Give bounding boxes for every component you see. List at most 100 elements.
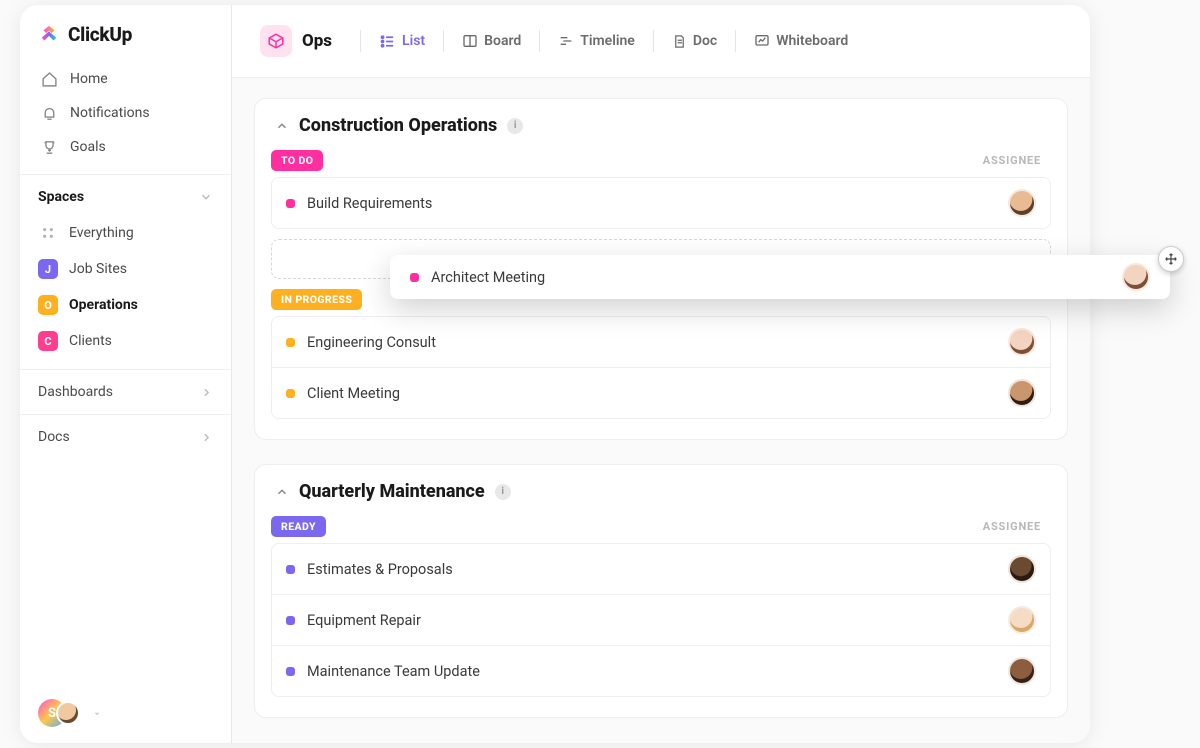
status-row: TO DO ASSIGNEE (271, 150, 1051, 177)
space-name: Ops (302, 31, 332, 51)
task-row[interactable]: Estimates & Proposals (272, 544, 1050, 595)
nav-notifications[interactable]: Notifications (30, 96, 221, 130)
nav-label: Home (70, 71, 108, 87)
logo[interactable]: ClickUp (20, 5, 231, 62)
status-bullet (286, 616, 295, 625)
workspace-switcher[interactable]: S (20, 685, 231, 743)
task-name: Build Requirements (307, 195, 432, 212)
assignee-avatar[interactable] (1122, 263, 1150, 291)
space-badge: J (38, 259, 58, 279)
task-group: Quarterly Maintenance i READY ASSIGNEE E… (254, 464, 1068, 718)
assignee-avatar[interactable] (1008, 657, 1036, 685)
board-icon (462, 33, 478, 49)
primary-nav: Home Notifications Goals (20, 62, 231, 164)
column-assignee: ASSIGNEE (983, 154, 1041, 167)
task-name: Estimates & Proposals (307, 561, 453, 578)
separator (735, 30, 736, 52)
status-bullet (286, 565, 295, 574)
separator (360, 30, 361, 52)
nav-label: Goals (70, 139, 106, 155)
whiteboard-icon (754, 33, 770, 49)
timeline-icon (558, 33, 574, 49)
task-row[interactable]: Build Requirements (272, 178, 1050, 228)
task-row[interactable]: Equipment Repair (272, 595, 1050, 646)
status-bullet (286, 389, 295, 398)
view-label: Timeline (580, 33, 635, 49)
status-bullet (286, 338, 295, 347)
view-tab-doc[interactable]: Doc (670, 29, 719, 53)
task-list: Build Requirements (271, 177, 1051, 229)
status-bullet (410, 273, 419, 282)
space-label: Job Sites (69, 261, 127, 277)
space-badge: C (38, 331, 58, 351)
sidebar-dashboards[interactable]: Dashboards (20, 369, 231, 414)
logo-icon (38, 24, 60, 46)
caret-down-icon (92, 709, 102, 719)
logo-text: ClickUp (68, 23, 132, 46)
view-tab-whiteboard[interactable]: Whiteboard (752, 29, 850, 53)
content: Construction Operations i TO DO ASSIGNEE… (232, 78, 1090, 743)
spaces-header-label: Spaces (38, 189, 84, 205)
view-tab-board[interactable]: Board (460, 29, 523, 53)
status-pill-inprogress[interactable]: IN PROGRESS (271, 289, 362, 310)
group-header[interactable]: Quarterly Maintenance i (271, 481, 1051, 516)
task-row[interactable]: Client Meeting (272, 368, 1050, 418)
sidebar: ClickUp Home Notifications Goals (20, 5, 232, 743)
sidebar-space-operations[interactable]: O Operations (20, 287, 231, 323)
separator (653, 30, 654, 52)
status-bullet (286, 667, 295, 676)
view-tab-list[interactable]: List (377, 29, 427, 54)
home-icon (40, 70, 58, 88)
task-row[interactable]: Maintenance Team Update (272, 646, 1050, 696)
column-assignee: ASSIGNEE (983, 520, 1041, 533)
space-badge: O (38, 295, 58, 315)
view-tab-timeline[interactable]: Timeline (556, 29, 637, 53)
sidebar-space-jobsites[interactable]: J Job Sites (20, 251, 231, 287)
dragging-task-card[interactable]: Architect Meeting (390, 255, 1170, 299)
group-title: Construction Operations (299, 115, 497, 136)
nav-home[interactable]: Home (30, 62, 221, 96)
trophy-icon (40, 138, 58, 156)
assignee-avatar[interactable] (1008, 328, 1036, 356)
bell-icon (40, 104, 58, 122)
status-row: READY ASSIGNEE (271, 516, 1051, 543)
space-chip[interactable]: Ops (254, 19, 344, 63)
assignee-avatar[interactable] (1008, 379, 1036, 407)
everything-label: Everything (69, 225, 134, 241)
task-name: Engineering Consult (307, 334, 436, 351)
assignee-avatar[interactable] (1008, 555, 1036, 583)
chevron-right-icon (200, 431, 213, 444)
info-icon[interactable]: i (495, 484, 511, 500)
chevron-up-icon (275, 119, 289, 133)
assignee-avatar[interactable] (1008, 606, 1036, 634)
sidebar-space-clients[interactable]: C Clients (20, 323, 231, 359)
separator (539, 30, 540, 52)
status-pill-todo[interactable]: TO DO (271, 150, 323, 171)
group-header[interactable]: Construction Operations i (271, 115, 1051, 150)
spaces-header[interactable]: Spaces (20, 174, 231, 215)
dashboards-label: Dashboards (38, 384, 113, 400)
grid-dots-icon (38, 223, 58, 243)
view-label: Doc (693, 33, 717, 49)
chevron-down-icon (199, 190, 213, 204)
nav-goals[interactable]: Goals (30, 130, 221, 164)
task-name: Client Meeting (307, 385, 400, 402)
sidebar-docs[interactable]: Docs (20, 414, 231, 459)
task-name: Maintenance Team Update (307, 663, 480, 680)
docs-label: Docs (38, 429, 70, 445)
task-name: Equipment Repair (307, 612, 421, 629)
assignee-avatar[interactable] (1008, 189, 1036, 217)
status-pill-ready[interactable]: READY (271, 516, 326, 537)
view-label: List (402, 33, 425, 49)
sidebar-everything[interactable]: Everything (20, 215, 231, 251)
main-area: Ops List Board Timel (232, 5, 1090, 743)
info-icon[interactable]: i (507, 118, 523, 134)
list-icon (379, 33, 396, 50)
view-label: Whiteboard (776, 33, 848, 49)
task-row[interactable]: Engineering Consult (272, 317, 1050, 368)
doc-icon (672, 34, 687, 49)
task-list: Estimates & Proposals Equipment Repair (271, 543, 1051, 697)
chevron-right-icon (200, 386, 213, 399)
group-title: Quarterly Maintenance (299, 481, 485, 502)
user-avatar-icon (56, 701, 80, 725)
